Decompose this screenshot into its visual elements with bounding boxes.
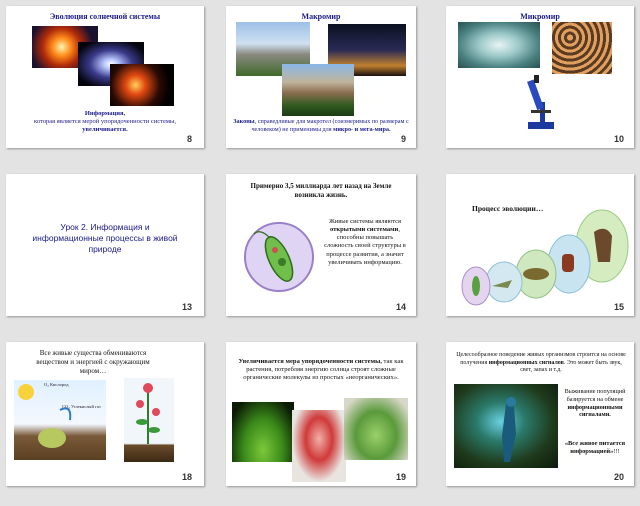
slide-20[interactable]: Целесообразное поведение живых организмо… xyxy=(446,342,634,486)
lesson-title: Урок 2. Информация и информационные проц… xyxy=(32,222,178,255)
mountain-landscape-image xyxy=(282,64,354,116)
green-plant-image xyxy=(232,402,294,462)
slide-title: Макромир xyxy=(301,12,341,21)
euglena-cell-image xyxy=(242,220,316,294)
oxygen-label: O₂ Кислород xyxy=(44,382,69,387)
quote-text: «Все живое питается информацией»!!! xyxy=(564,440,626,455)
forest-creatures-image xyxy=(454,384,558,468)
slide-9[interactable]: Макромир Законы, справедливые для макрот… xyxy=(226,6,416,148)
slide-title: Эволюция солнечной системы xyxy=(49,12,161,21)
grass-plant-image xyxy=(344,398,408,460)
slide-heading: Увеличивается мера упорядоченности систе… xyxy=(238,358,404,382)
rose-plant-image xyxy=(124,378,174,462)
seed-diagram-image xyxy=(14,380,106,460)
slide-15[interactable]: Процесс эволюции… 15 xyxy=(446,174,634,316)
slide-caption: Законы, справедливые для макротел (соизм… xyxy=(233,118,409,133)
slide-number: 20 xyxy=(613,472,624,482)
red-lily-image xyxy=(292,410,346,482)
slide-number: 14 xyxy=(395,302,406,312)
side-text: Выживание популяций базируется на обмене… xyxy=(564,388,626,419)
slide-number: 18 xyxy=(181,472,192,482)
slide-14[interactable]: Примерно 3,5 миллиарда лет назад на Земл… xyxy=(226,174,416,316)
solar-system-image xyxy=(110,64,174,106)
slide-10[interactable]: Микромир 10 xyxy=(446,6,634,148)
slide-number: 10 xyxy=(613,134,624,144)
slide-number: 9 xyxy=(400,134,406,144)
slide-heading: Целесообразное поведение живых организмо… xyxy=(456,352,626,373)
microscope-icon xyxy=(522,72,558,132)
slide-caption: Информация, которая является мерой упоря… xyxy=(34,110,176,134)
cell-texture-image xyxy=(552,22,612,74)
slide-title: Микромир xyxy=(520,12,560,21)
diatom-microscope-image xyxy=(458,22,540,68)
slide-8[interactable]: Эволюция солнечной системы Информация, к… xyxy=(6,6,204,148)
slide-heading: Примерно 3,5 миллиарда лет назад на Земл… xyxy=(250,182,392,199)
slide-18[interactable]: Все живые существа обмениваются вещество… xyxy=(6,342,204,486)
slide-number: 8 xyxy=(186,134,192,144)
slide-13[interactable]: Урок 2. Информация и информационные проц… xyxy=(6,174,204,316)
slide-19[interactable]: Увеличивается мера упорядоченности систе… xyxy=(226,342,416,486)
slide-number: 13 xyxy=(181,302,192,312)
carbon-dioxide-label: CO₂ Углекислый газ xyxy=(62,404,101,409)
slide-body: Живые системы являются открытыми система… xyxy=(324,218,406,266)
evolution-bubbles-image xyxy=(452,202,630,308)
slide-number: 19 xyxy=(395,472,406,482)
slide-number: 15 xyxy=(613,302,624,312)
slide-heading: Все живые существа обмениваются вещество… xyxy=(36,349,150,375)
